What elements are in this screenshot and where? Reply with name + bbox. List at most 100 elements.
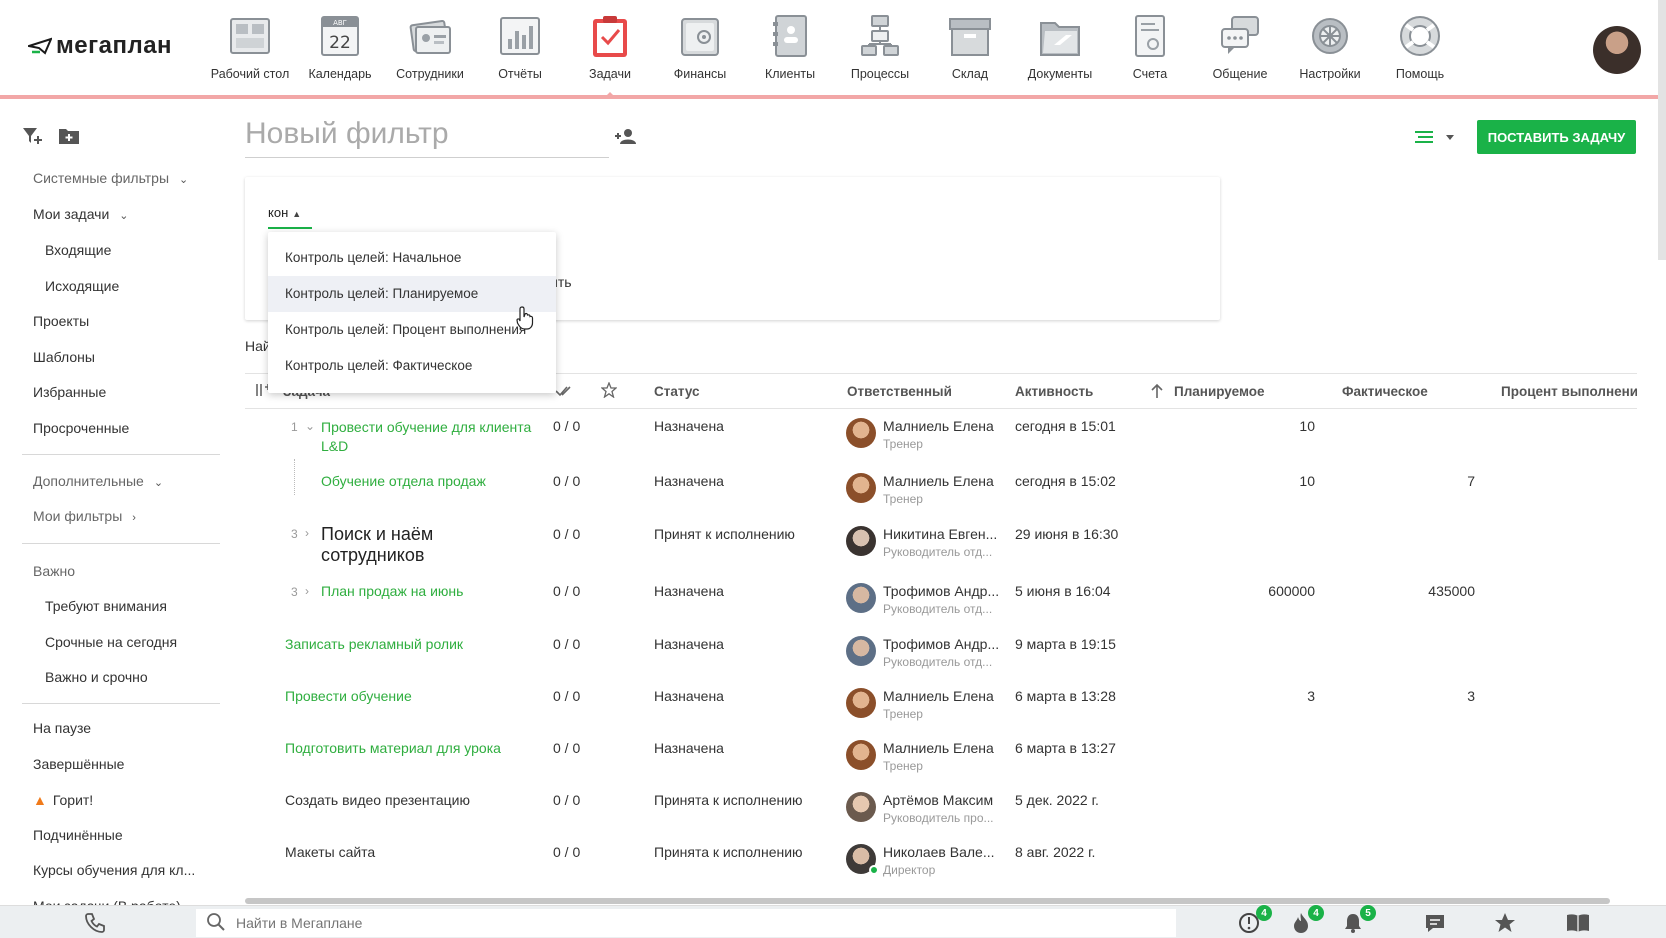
nav-reports[interactable]: Отчёты [475,12,565,81]
user-role: Руководитель отд... [883,602,993,616]
task-link[interactable]: Поиск и наём сотрудников [321,524,481,566]
sidebar-courses[interactable]: Курсы обучения для кл... [33,862,195,878]
sidebar-additional[interactable]: Дополнительные ⌄ [33,473,163,489]
col-status[interactable]: Статус [654,384,700,399]
nav-processes[interactable]: Процессы [835,12,925,81]
task-link[interactable]: План продаж на июнь [321,583,463,599]
user-avatar[interactable] [1593,26,1641,74]
responsible-user[interactable]: Артёмов Максим Руководитель про... [883,792,994,825]
table-row[interactable]: 1 ⌄ Провести обучение для клиента L&D 0 … [245,418,1637,473]
nav-clients[interactable]: Клиенты [745,12,835,81]
table-row[interactable]: Провести обучение 0 / 0 Назначена Малние… [245,688,1637,740]
sidebar-projects[interactable]: Проекты [33,313,89,329]
nav-calendar[interactable]: АВГ 22 Календарь [295,12,385,81]
task-link[interactable]: Обучение отдела продаж [321,473,486,489]
task-link[interactable]: Подготовить материал для урока [285,740,501,756]
task-link[interactable]: Создать видео презентацию [285,792,470,808]
add-user-icon[interactable] [615,127,639,145]
star-icon[interactable] [1494,912,1518,934]
logo[interactable]: мегаплан [28,32,172,60]
online-status-dot [869,865,879,875]
responsible-user[interactable]: Малниель Елена Тренер [883,418,994,451]
fire-icon[interactable]: 4 [1290,905,1324,934]
user-role: Тренер [883,437,923,451]
sidebar-system-filters[interactable]: Системные фильтры ⌄ [33,170,188,186]
sidebar-outgoing[interactable]: Исходящие [45,278,119,294]
col-actual[interactable]: Фактическое [1342,384,1428,399]
global-search-input[interactable] [236,915,1136,931]
responsible-user[interactable]: Малниель Елена Тренер [883,740,994,773]
add-filter-icon[interactable] [22,126,44,146]
horizontal-scrollbar[interactable] [245,898,1610,904]
sidebar-burning[interactable]: ▲ Горит! [33,792,93,808]
responsible-user[interactable]: Трофимов Андр... Руководитель отд... [883,636,999,669]
task-link[interactable]: Провести обучение [285,688,412,704]
nav-settings[interactable]: Настройки [1285,12,1375,81]
task-link[interactable]: Провести обучение для клиента L&D [321,418,541,456]
table-row[interactable]: Обучение отдела продаж 0 / 0 Назначена М… [245,459,1637,525]
dropdown-option[interactable]: Контроль целей: Фактическое [268,348,556,384]
col-responsible[interactable]: Ответственный [847,384,952,399]
responsible-user[interactable]: Малниель Елена Тренер [883,473,994,506]
book-icon[interactable] [1566,912,1590,934]
table-row[interactable]: Записать рекламный ролик 0 / 0 Назначена… [245,636,1637,688]
sidebar-important-urgent[interactable]: Важно и срочно [45,669,148,685]
alert-icon[interactable]: 4 [1238,905,1272,934]
sidebar-need-attention[interactable]: Требуют внимания [45,598,167,614]
sidebar-templates[interactable]: Шаблоны [33,349,95,365]
task-link[interactable]: Записать рекламный ролик [285,636,463,652]
sidebar-paused[interactable]: На паузе [33,720,91,736]
nav-documents[interactable]: Документы [1015,12,1105,81]
dropdown-option[interactable]: Контроль целей: Процент выполнения [268,312,556,348]
collapse-icon[interactable]: ⌄ [305,419,315,433]
col-planned[interactable]: Планируемое [1174,384,1265,399]
sidebar-urgent-today[interactable]: Срочные на сегодня [45,634,177,650]
table-row[interactable]: Создать видео презентацию 0 / 0 Принята … [245,792,1637,844]
page-scrollbar[interactable] [1658,0,1666,260]
expand-icon[interactable]: › [305,526,309,540]
filter-field-search[interactable]: кон ▲ [268,205,312,229]
view-toggle[interactable] [1415,129,1459,145]
table-row[interactable]: 3 › План продаж на июнь 0 / 0 Назначена … [245,583,1637,635]
user-role: Тренер [883,759,923,773]
sidebar-important[interactable]: Важно [33,563,75,579]
nav-desktop[interactable]: Рабочий стол [205,12,295,81]
nav-warehouse[interactable]: Склад [925,12,1015,81]
nav-tasks[interactable]: Задачи [565,12,655,97]
responsible-user[interactable]: Никитина Евген... Руководитель отд... [883,526,997,559]
nav-help[interactable]: Помощь [1375,12,1465,81]
table-row[interactable]: Макеты сайта 0 / 0 Принята к исполнению … [245,844,1637,896]
expand-icon[interactable]: › [305,584,309,598]
chat-icon[interactable] [1424,912,1448,934]
sidebar-my-filters[interactable]: Мои фильтры › [33,508,136,524]
completed-check-icon[interactable] [555,384,573,401]
warehouse-icon [947,12,993,60]
dropdown-option[interactable]: Контроль целей: Планируемое [268,276,556,312]
task-link[interactable]: Макеты сайта [285,844,375,860]
add-task-button[interactable]: ПОСТАВИТЬ ЗАДАЧУ [1477,120,1636,154]
sidebar-subordinates[interactable]: Подчинённые [33,827,123,843]
nav-finance[interactable]: Финансы [655,12,745,81]
nav-invoices[interactable]: Счета [1105,12,1195,81]
sidebar-my-tasks[interactable]: Мои задачи ⌄ [33,206,129,222]
sort-arrow-up-icon[interactable] [1151,383,1163,402]
filter-title-input[interactable]: Новый фильтр [245,117,609,158]
table-row[interactable]: Подготовить материал для урока 0 / 0 Наз… [245,740,1637,792]
col-percent[interactable]: Процент выполнени [1501,384,1637,399]
responsible-user[interactable]: Трофимов Андр... Руководитель отд... [883,583,999,616]
bell-icon[interactable]: 5 [1342,905,1376,934]
star-icon[interactable] [600,381,618,401]
sidebar-completed[interactable]: Завершённые [33,756,124,772]
col-activity[interactable]: Активность [1015,384,1093,399]
sidebar-incoming[interactable]: Входящие [45,242,111,258]
table-row[interactable]: 3 › Поиск и наём сотрудников 0 / 0 Приня… [245,524,1637,584]
responsible-user[interactable]: Николаев Вале... Директор [883,844,995,877]
add-folder-icon[interactable] [58,126,80,146]
nav-employees[interactable]: Сотрудники [385,12,475,81]
phone-icon[interactable] [84,912,106,934]
sidebar-favorites[interactable]: Избранные [33,384,106,400]
responsible-user[interactable]: Малниель Елена Тренер [883,688,994,721]
dropdown-option[interactable]: Контроль целей: Начальное [268,240,556,276]
nav-communication[interactable]: Общение [1195,12,1285,81]
sidebar-overdue[interactable]: Просроченные [33,420,129,436]
